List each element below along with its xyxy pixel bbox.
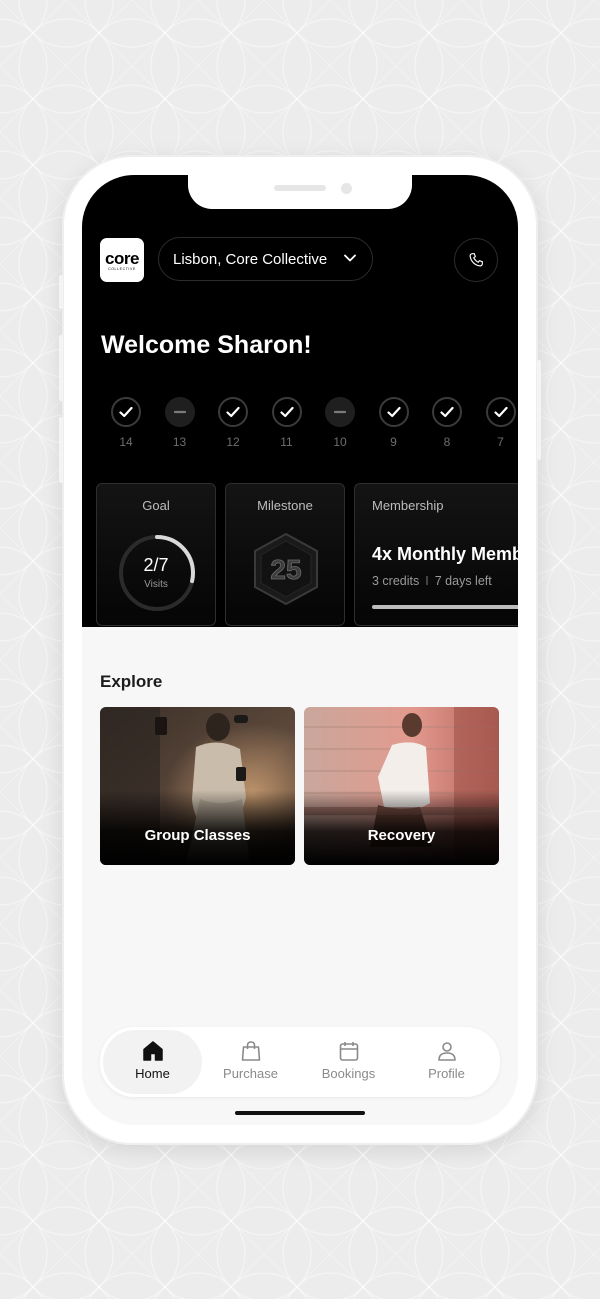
hero-section: core COLLECTIVE Lisbon, Core Collective … bbox=[82, 175, 518, 627]
nav-bookings-label: Bookings bbox=[321, 1066, 376, 1081]
milestone-card-title: Milestone bbox=[257, 498, 313, 513]
call-button[interactable] bbox=[454, 238, 498, 282]
studio-logo[interactable]: core COLLECTIVE bbox=[100, 238, 144, 282]
location-selector[interactable]: Lisbon, Core Collective bbox=[158, 237, 373, 281]
user-icon bbox=[437, 1042, 456, 1061]
streak-day-number: 10 bbox=[333, 435, 347, 449]
streak-day-number: 12 bbox=[226, 435, 240, 449]
home-indicator bbox=[235, 1111, 365, 1115]
app-screen: core COLLECTIVE Lisbon, Core Collective … bbox=[82, 175, 518, 1125]
calendar-icon bbox=[339, 1042, 358, 1061]
streak-day-number: 8 bbox=[443, 435, 451, 449]
streak-day: 9 bbox=[378, 397, 410, 449]
nav-bookings[interactable]: Bookings bbox=[299, 1030, 398, 1094]
goal-card-title: Goal bbox=[142, 498, 170, 513]
explore-heading: Explore bbox=[100, 672, 163, 691]
goal-unit: Visits bbox=[144, 579, 168, 590]
mute-switch bbox=[59, 275, 63, 309]
nav-purchase-label: Purchase bbox=[223, 1066, 278, 1081]
streak-day-number: 9 bbox=[390, 435, 397, 449]
membership-separator: I bbox=[425, 574, 429, 588]
bottom-nav: Home Purchase Bookings Profile bbox=[100, 1027, 500, 1097]
recovery-label: Recovery bbox=[367, 827, 436, 844]
dash-icon bbox=[164, 397, 195, 427]
welcome-heading: Welcome Sharon! bbox=[101, 331, 312, 359]
check-icon bbox=[378, 397, 409, 427]
notch bbox=[188, 175, 412, 209]
shopping-bag-icon bbox=[241, 1041, 260, 1061]
chevron-down-icon bbox=[344, 254, 356, 262]
check-icon bbox=[218, 397, 248, 427]
nav-home[interactable]: Home bbox=[103, 1030, 202, 1094]
check-icon bbox=[432, 397, 462, 427]
streak-day: 8 bbox=[431, 397, 463, 449]
logo-text: core bbox=[105, 249, 139, 268]
goal-value: 2/7 bbox=[143, 555, 169, 575]
check-icon bbox=[271, 397, 302, 427]
milestone-value: 25 bbox=[270, 554, 301, 585]
home-icon bbox=[142, 1041, 163, 1061]
membership-card-title: Membership bbox=[372, 498, 444, 513]
membership-name: 4x Monthly Membership bbox=[372, 544, 518, 564]
membership-credits: 3 credits bbox=[372, 574, 420, 588]
volume-down-button bbox=[59, 417, 63, 483]
membership-progress-bar bbox=[372, 605, 518, 609]
check-icon bbox=[485, 397, 516, 427]
streak-day: 14 bbox=[110, 397, 142, 449]
location-label: Lisbon, Core Collective bbox=[173, 250, 328, 268]
nav-profile[interactable]: Profile bbox=[397, 1030, 496, 1094]
streak-day: 11 bbox=[271, 397, 303, 449]
check-icon bbox=[111, 397, 141, 427]
streak-day: 7 bbox=[485, 397, 517, 449]
front-camera bbox=[341, 183, 352, 194]
phone-icon bbox=[469, 253, 483, 267]
streak-day: 12 bbox=[217, 397, 249, 449]
streak-day-number: 7 bbox=[497, 435, 504, 449]
membership-card[interactable]: Membership 4x Monthly Membership 3 credi… bbox=[354, 483, 518, 626]
power-button bbox=[537, 360, 541, 460]
streak-day-number: 13 bbox=[172, 435, 187, 449]
nav-purchase[interactable]: Purchase bbox=[201, 1030, 300, 1094]
streak-day-number: 11 bbox=[280, 435, 293, 449]
phone-frame: core COLLECTIVE Lisbon, Core Collective … bbox=[59, 155, 541, 1145]
dash-icon bbox=[325, 397, 355, 427]
volume-up-button bbox=[59, 335, 63, 401]
speaker bbox=[274, 185, 326, 191]
streak-day: 10 bbox=[324, 397, 356, 449]
streak-day-number: 14 bbox=[119, 435, 133, 449]
milestone-card[interactable]: Milestone 25 bbox=[225, 483, 345, 626]
explore-tile-group-classes[interactable]: Group Classes bbox=[100, 707, 295, 865]
goal-card[interactable]: Goal 2/7 Visits bbox=[96, 483, 216, 626]
nav-home-label: Home bbox=[135, 1066, 170, 1081]
explore-tile-recovery[interactable]: Recovery bbox=[304, 707, 499, 865]
membership-days-left: 7 days left bbox=[434, 574, 492, 588]
group-classes-label: Group Classes bbox=[144, 827, 251, 844]
membership-meta: 3 credits I 7 days left bbox=[372, 574, 492, 588]
streak-day: 13 bbox=[164, 397, 196, 449]
nav-profile-label: Profile bbox=[428, 1066, 465, 1081]
milestone-badge-icon: 25 bbox=[254, 532, 318, 606]
